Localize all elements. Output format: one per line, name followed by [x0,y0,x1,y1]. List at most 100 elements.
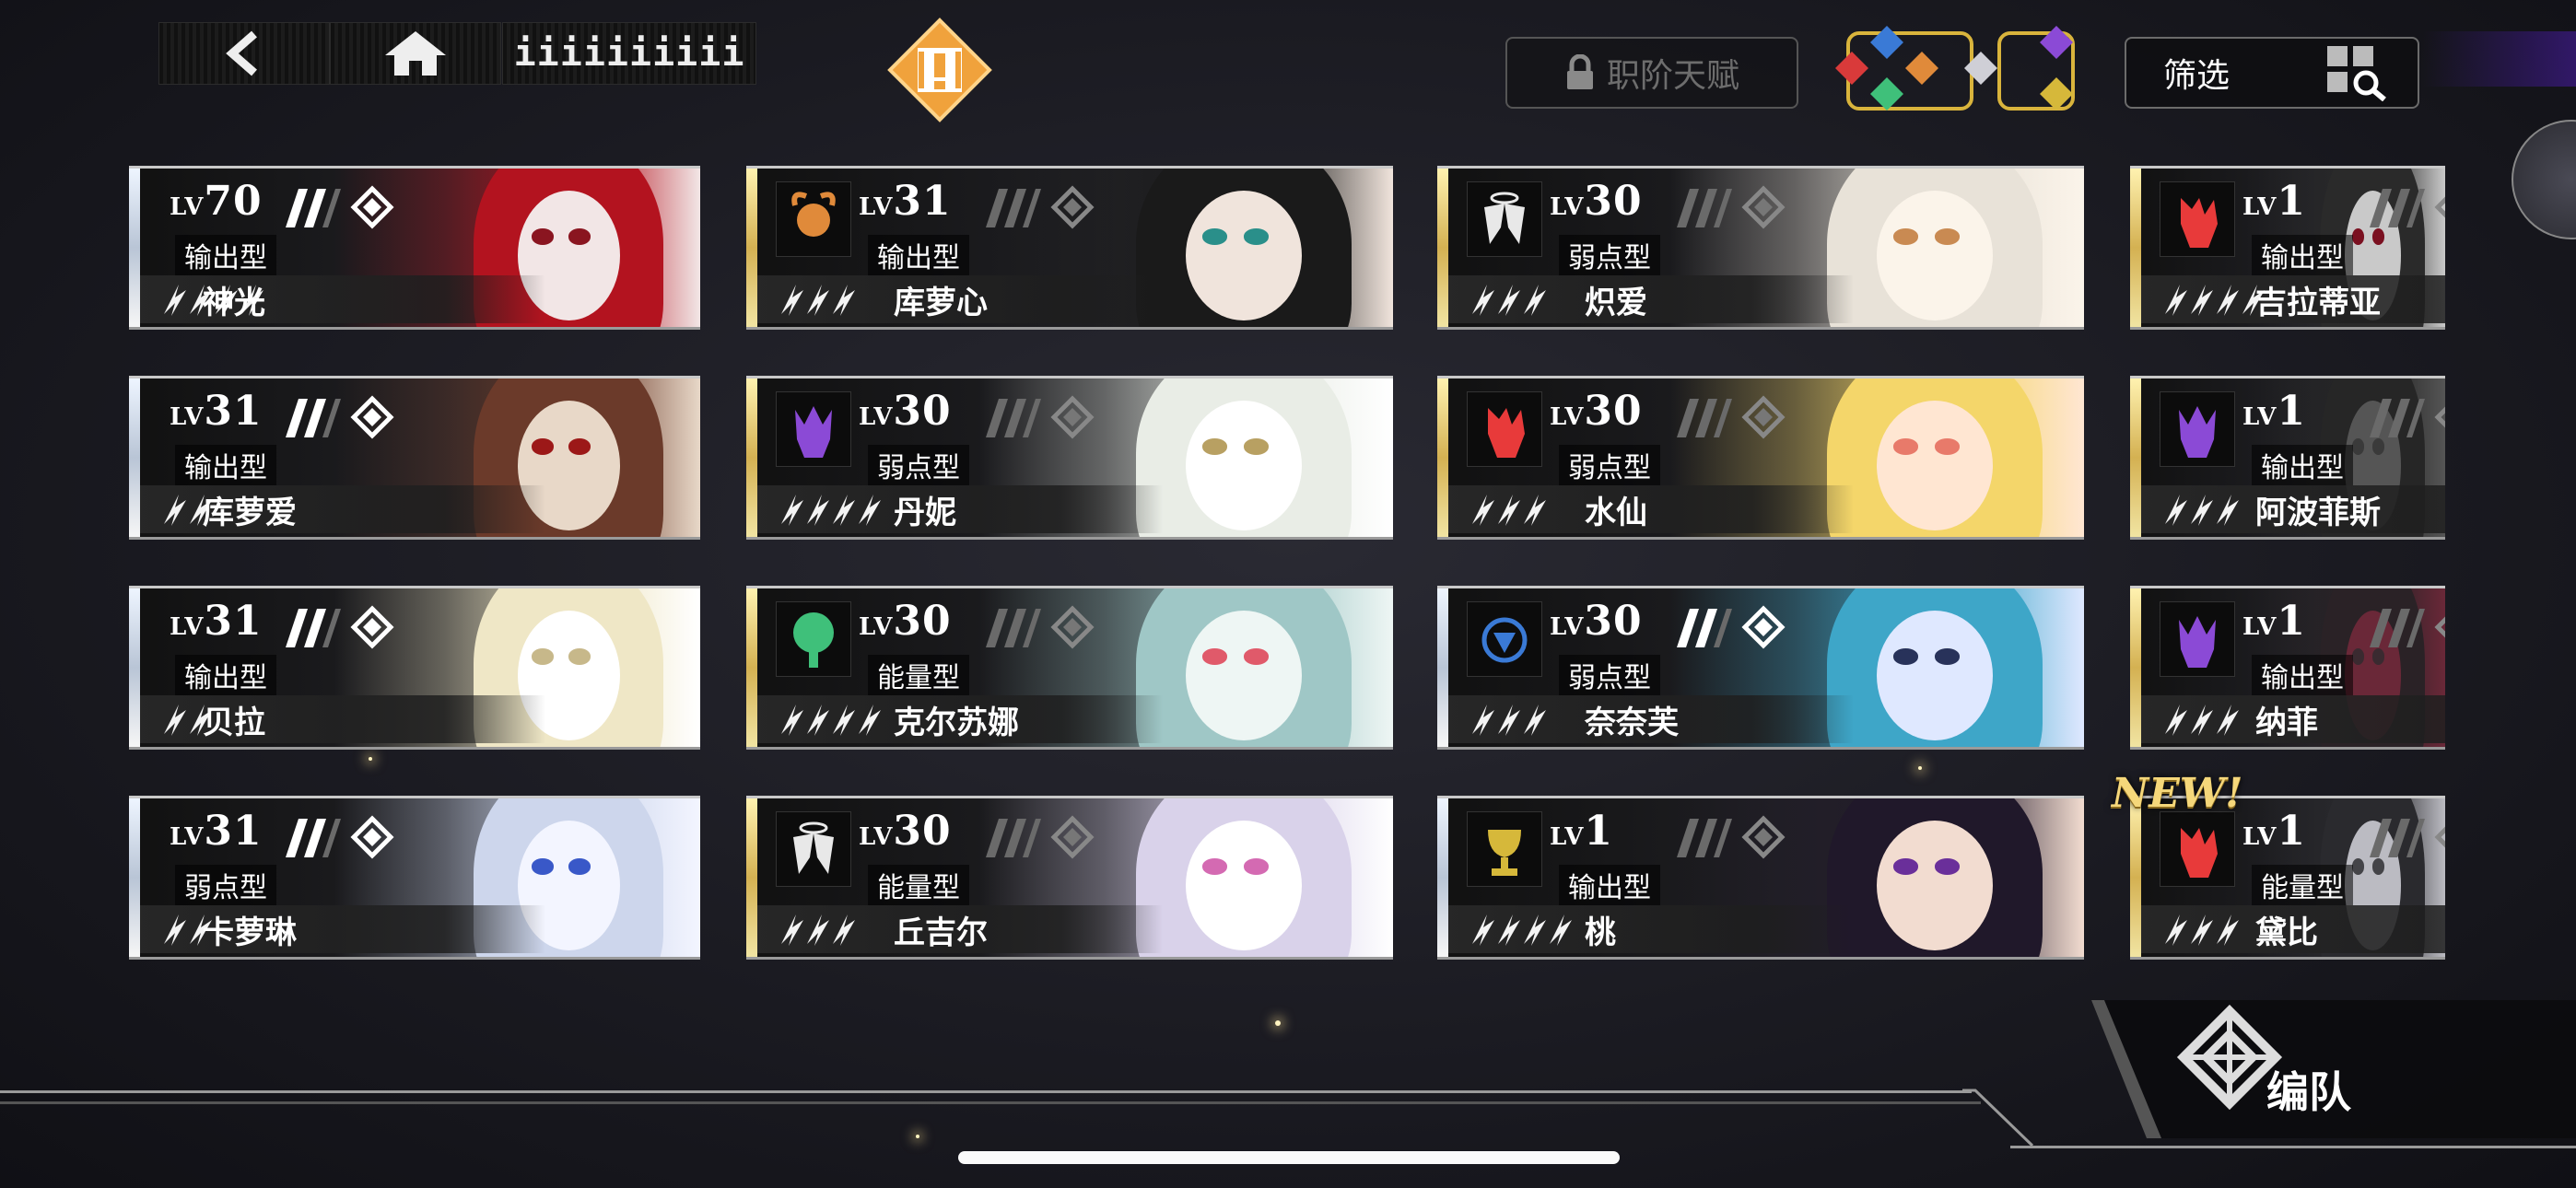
role-type-label: 能量型 [2252,865,2353,905]
star-rating [778,491,890,528]
level-label: LV70 [170,178,263,225]
star-rating [1469,281,1555,318]
character-card[interactable]: LV30 能量型 丘吉尔 [746,796,1393,960]
role-type-label: 弱点型 [868,445,969,485]
character-name: 库萝爱 [203,495,297,531]
character-name: 炽爱 [1585,285,1647,321]
back-button[interactable] [158,22,330,85]
character-card[interactable]: LV30 弱点型 炽爱 [1437,166,2084,330]
role-type-label: 输出型 [1559,865,1660,905]
character-card[interactable]: LV30 弱点型 水仙 [1437,376,2084,540]
level-label: LV30 [859,808,952,855]
divider-line [0,1101,1981,1104]
role-type-label: 能量型 [868,655,969,695]
player-id-display: iiiiiiiiii [502,22,756,85]
role-type-label: 弱点型 [1559,445,1660,485]
chevron-left-icon [226,30,257,76]
water-element-icon [1870,26,1903,59]
level-label: LV31 [170,598,263,645]
character-card[interactable]: LV1 能量型 黛比 [2130,796,2445,960]
demon-class-icon [2160,601,2235,677]
decorative-streak [2423,31,2576,87]
character-card[interactable]: LV31 输出型 贝拉 [129,586,700,750]
level-label: LV30 [1550,178,1643,225]
character-name: 水仙 [1585,495,1647,531]
role-type-label: 输出型 [2252,235,2353,275]
star-rating [1472,914,1572,946]
star-rating [2165,914,2239,946]
level-label: LV1 [2242,178,2306,225]
character-name: 阿波菲斯 [2255,495,2381,531]
evolution-marks [2360,815,2445,861]
evolution-marks [1668,815,1787,861]
sparkle-decoration [1918,766,1922,770]
level-label: LV31 [170,808,263,855]
wings-class-icon [776,811,851,887]
role-type-label: 弱点型 [1559,655,1660,695]
character-name: 丹妮 [894,495,956,531]
role-type-label: 输出型 [175,445,276,485]
element-filter-cluster[interactable] [1832,22,2125,120]
role-type-label: 弱点型 [175,865,276,905]
earth-element-icon [1905,52,1938,85]
role-type-label: 输出型 [2252,445,2353,485]
home-button[interactable] [330,22,501,85]
character-name: 纳菲 [2255,705,2318,741]
character-card[interactable]: LV31 输出型 库萝爱 [129,376,700,540]
exclamation-diamond-icon[interactable] [886,17,993,123]
wolf-class-icon [1467,391,1542,467]
star-rating [781,285,855,316]
role-type-label: 输出型 [175,235,276,275]
sparkle-decoration [1275,1020,1281,1026]
level-label: LV31 [170,388,263,435]
star-rating [1472,285,1546,316]
level-label: LV30 [1550,598,1643,645]
wind-element-icon [1870,77,1903,111]
level-label: LV1 [1550,808,1613,855]
home-indicator[interactable] [958,1151,1620,1164]
character-card[interactable]: LV1 输出型 纳菲 [2130,586,2445,750]
evolution-marks [1668,185,1787,231]
star-rating [778,701,890,738]
divider-line [0,1090,1972,1093]
star-rating [1469,701,1555,738]
star-rating [778,911,864,948]
divider-line [2010,1146,2576,1148]
demon-class-icon [2160,391,2235,467]
wolf-class-icon [2160,811,2235,887]
ram-class-icon [776,181,851,257]
star-rating [2161,491,2248,528]
class-talent-label: 职阶天赋 [1606,57,1739,95]
role-type-label: 输出型 [175,655,276,695]
character-name: 桃 [1585,914,1616,951]
class-talent-button[interactable]: 职阶天赋 [1505,37,1798,109]
character-card[interactable]: LV30 能量型 克尔苏娜 [746,586,1393,750]
character-card[interactable]: LV31 弱点型 卡萝琳 [129,796,700,960]
character-card[interactable]: LV1 输出型 吉拉蒂亚 [2130,166,2445,330]
star-rating [781,705,881,736]
evolution-marks [2360,395,2445,441]
character-card[interactable]: LV30 弱点型 奈奈芙 [1437,586,2084,750]
shield-class-icon [1467,601,1542,677]
star-rating [781,914,855,946]
level-label: LV1 [2242,598,2306,645]
character-card[interactable]: LV31 输出型 库萝心 [746,166,1393,330]
star-rating [2161,701,2248,738]
chalice-class-icon [1467,811,1542,887]
sparkle-decoration [369,757,372,761]
character-card[interactable]: LV1 输出型 阿波菲斯 [2130,376,2445,540]
sparkle-decoration [916,1135,919,1138]
character-card[interactable]: LV70 输出型 神光 [129,166,700,330]
character-name: 库萝心 [894,285,988,321]
side-panel-tab[interactable] [2512,120,2576,239]
star-rating [1472,495,1546,526]
character-card[interactable]: LV30 弱点型 丹妮 [746,376,1393,540]
character-name: 丘吉尔 [894,914,988,951]
character-card[interactable]: LV1 输出型 桃 [1437,796,2084,960]
filter-button[interactable]: 筛选 [2125,37,2419,109]
home-icon [385,31,446,76]
evolution-marks [276,605,396,651]
fire-element-icon [1835,52,1868,85]
star-rating [2165,495,2239,526]
evolution-marks [2360,185,2445,231]
